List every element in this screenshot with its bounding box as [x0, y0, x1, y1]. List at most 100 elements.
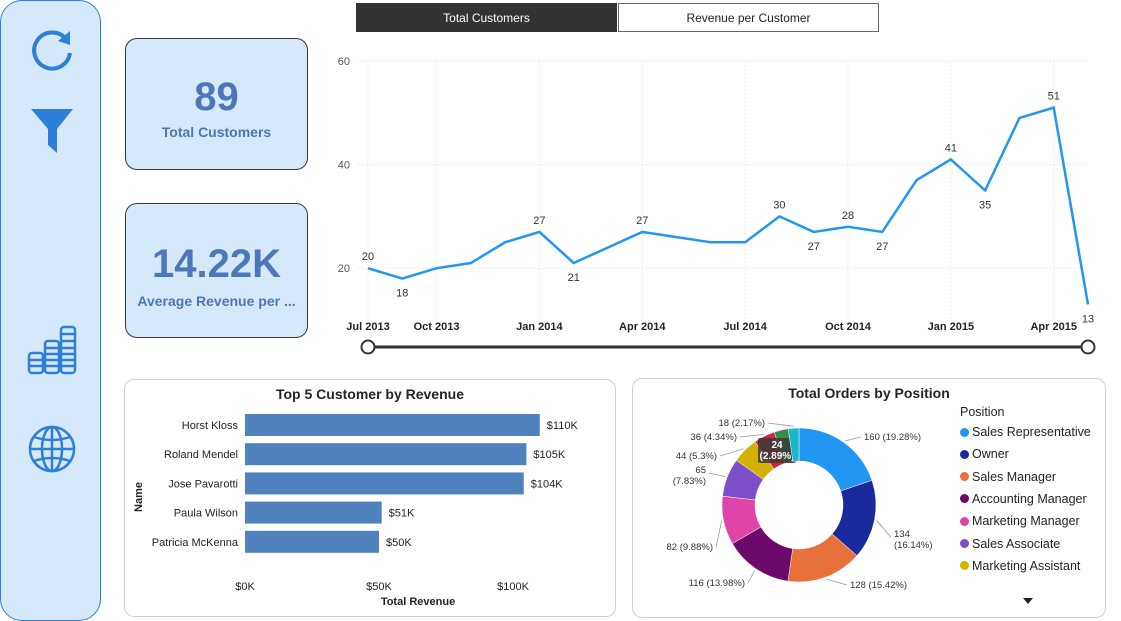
legend-item[interactable]: Sales Representative — [960, 425, 1091, 439]
donut-slice-label: 65 — [695, 465, 706, 476]
refresh-icon[interactable] — [26, 25, 78, 77]
leader-line — [747, 570, 756, 584]
data-label: 27 — [636, 215, 648, 227]
x-tick-label: Jul 2013 — [346, 321, 389, 333]
line-chart: 20 40 60 Jul 2013 Oct 2013 Jan 2014 Apr 2014 Ju… — [338, 56, 1096, 355]
x-tick-label: Jan 2014 — [516, 321, 563, 333]
legend-label: Sales Manager — [972, 469, 1057, 484]
data-label: 21 — [568, 272, 580, 284]
legend-label: Accounting Manager — [972, 491, 1087, 506]
bar-category-label: Paula Wilson — [174, 508, 238, 520]
bar-value-label: $50K — [386, 537, 412, 549]
x-tick-label: Oct 2014 — [825, 321, 872, 333]
donut-slice-label: 44 (5.3%) — [676, 451, 717, 462]
leader-line — [708, 472, 726, 477]
donut-chart: 160 (19.28%) 134(16.14%) 128 (15.42%) 116 (… — [667, 418, 933, 591]
donut-slice-label: 24 — [771, 440, 783, 451]
bar-value-label: $51K — [389, 508, 415, 520]
legend-swatch — [960, 427, 969, 437]
data-label: 27 — [876, 241, 888, 253]
legend-label: Marketing Assistant — [972, 558, 1081, 573]
bar-value-label: $110K — [547, 420, 579, 432]
legend-title: Position — [960, 405, 1005, 419]
donut-slice-label: 36 (4.34%) — [691, 432, 737, 443]
bar[interactable] — [245, 472, 524, 495]
bar-category-label: Horst Kloss — [182, 420, 239, 432]
donut-slice-label: 134 — [894, 529, 910, 540]
bar-value-label: $104K — [531, 478, 563, 490]
date-slider-end-handle[interactable] — [1080, 339, 1096, 355]
bar[interactable] — [245, 501, 382, 524]
legend-label: Marketing Manager — [972, 514, 1080, 529]
donut-slice[interactable] — [798, 427, 873, 492]
bar-value-label: $105K — [533, 449, 565, 461]
legend-item[interactable]: Marketing Manager — [960, 514, 1080, 528]
data-label: 35 — [979, 200, 991, 212]
bar[interactable] — [245, 530, 379, 553]
y-tick-label: 60 — [338, 56, 350, 68]
kpi-value: 89 — [194, 75, 239, 119]
legend-label: Sales Associate — [972, 536, 1061, 551]
x-tick-label: Jul 2014 — [723, 321, 767, 333]
x-axis-label: Total Revenue — [381, 596, 455, 608]
data-label: 20 — [362, 251, 374, 263]
leader-line — [844, 436, 862, 442]
x-tick-label: Apr 2015 — [1030, 321, 1076, 333]
date-slider-start-handle[interactable] — [360, 339, 376, 355]
legend-swatch — [960, 561, 969, 571]
bar[interactable] — [245, 443, 527, 466]
kpi-card-customers: 89 Total Customers — [125, 38, 308, 170]
kpi-card-avg-revenue: 14.22K Average Revenue per ... — [125, 203, 308, 338]
legend-item[interactable]: Accounting Manager — [960, 492, 1087, 506]
data-label: 30 — [773, 199, 785, 211]
legend-swatch — [960, 516, 969, 526]
legend-label: Sales Representative — [972, 425, 1091, 439]
y-tick-label: 20 — [338, 263, 350, 275]
bar[interactable] — [245, 414, 540, 436]
donut-slice-label: (7.83%) — [673, 476, 706, 487]
leader-line — [876, 520, 892, 538]
donut-slice-label: 116 (13.98%) — [689, 578, 745, 589]
donut-slice-label: 82 (9.88%) — [667, 542, 713, 553]
sidebar — [0, 0, 101, 621]
tab-total-customers[interactable]: Total Customers — [356, 3, 617, 32]
data-label: 27 — [808, 241, 820, 253]
legend-item[interactable]: Sales Manager — [960, 470, 1056, 484]
donut-slice-label: 18 (2.17%) — [719, 418, 765, 429]
coins-icon[interactable] — [26, 323, 78, 375]
x-tick-label: $0K — [235, 581, 255, 593]
legend-label: Owner — [972, 447, 1009, 462]
globe-icon[interactable] — [26, 423, 78, 475]
legend-swatch — [960, 472, 969, 482]
donut-slice-label: 128 (15.42%) — [850, 580, 907, 591]
y-tick-label: 40 — [338, 160, 350, 172]
x-tick-label: Jan 2015 — [928, 321, 974, 333]
bar-chart: Horst Kloss $110K Roland Mendel $105K Jose P… — [133, 414, 579, 608]
leader-line — [715, 520, 723, 548]
legend-item[interactable]: Owner — [960, 447, 1009, 461]
bar-category-label: Roland Mendel — [164, 449, 238, 461]
data-label: 28 — [842, 210, 854, 222]
legend-scroll-down-icon[interactable] — [1022, 593, 1034, 604]
tab-revenue-per-customer[interactable]: Revenue per Customer — [618, 3, 879, 32]
kpi-label: Average Revenue per ... — [137, 293, 296, 309]
data-label: 13 — [1082, 313, 1094, 325]
legend-swatch — [960, 449, 969, 459]
x-tick-label: $100K — [497, 581, 529, 593]
x-tick-label: $50K — [366, 581, 392, 593]
leader-line — [826, 578, 848, 586]
legend-swatch — [960, 539, 969, 548]
legend-swatch — [960, 494, 969, 504]
y-axis-label: Name — [133, 482, 145, 512]
data-label: 18 — [396, 288, 408, 300]
x-tick-label: Apr 2014 — [619, 321, 666, 333]
leader-line — [767, 422, 794, 427]
legend-item[interactable]: Sales Associate — [960, 537, 1060, 551]
leader-line — [719, 448, 744, 457]
data-label: 41 — [945, 142, 957, 154]
legend-item[interactable]: Marketing Assistant — [960, 559, 1080, 573]
kpi-value: 14.22K — [152, 242, 281, 286]
bar-category-label: Jose Pavarotti — [168, 478, 238, 490]
leader-line — [739, 434, 764, 438]
filter-icon[interactable] — [26, 105, 78, 157]
